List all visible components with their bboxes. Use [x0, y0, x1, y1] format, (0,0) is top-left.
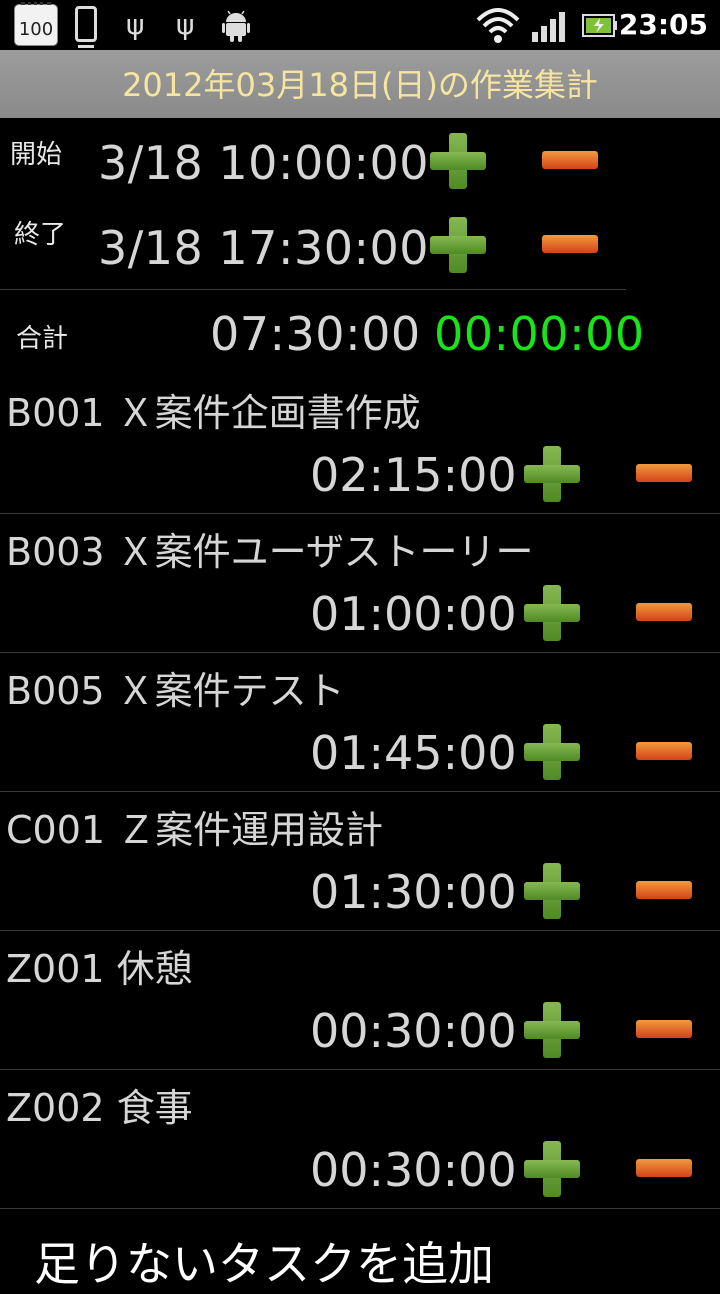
- start-time-value: 3/18 10:00:00: [98, 136, 430, 190]
- task-minus-button[interactable]: [636, 603, 692, 621]
- task-name: C001 Ｚ案件運用設計: [6, 808, 384, 852]
- task-name: B005 Ｘ案件テスト: [6, 669, 345, 713]
- task-time: 01:30:00: [310, 865, 517, 919]
- task-name: B003 Ｘ案件ユーザストーリー: [6, 530, 534, 574]
- task-name: B001 Ｘ案件企画書作成: [6, 391, 421, 435]
- total-label: 合計: [16, 324, 69, 354]
- status-bar: 100 ψ ψ 23:05: [0, 0, 720, 50]
- task-plus-button[interactable]: [524, 1002, 580, 1058]
- battery-icon: [582, 14, 617, 37]
- add-task-button[interactable]: 足りないタスクを追加: [34, 1228, 494, 1294]
- usb-icon: ψ: [176, 8, 195, 41]
- task-time: 00:30:00: [310, 1004, 517, 1058]
- end-minus-button[interactable]: [542, 235, 598, 253]
- android-icon: [222, 10, 250, 42]
- total-value: 07:30:00: [210, 307, 421, 361]
- page-title: 2012年03月18日(日)の作業集計: [0, 50, 720, 118]
- task-minus-button[interactable]: [636, 742, 692, 760]
- task-name: Z001 休憩: [6, 947, 193, 991]
- clock: 23:05: [618, 8, 708, 41]
- signal-icon: [532, 12, 565, 42]
- task-minus-button[interactable]: [636, 464, 692, 482]
- divider: [0, 289, 626, 290]
- divider: [0, 1208, 720, 1209]
- phone-icon: [75, 6, 97, 48]
- task-time: 00:30:00: [310, 1143, 517, 1197]
- task-minus-button[interactable]: [636, 881, 692, 899]
- task-time: 01:00:00: [310, 587, 517, 641]
- divider: [0, 930, 720, 931]
- divider: [0, 1069, 720, 1070]
- end-label: 終了: [14, 220, 67, 250]
- task-plus-button[interactable]: [524, 863, 580, 919]
- task-time: 01:45:00: [310, 726, 517, 780]
- task-plus-button[interactable]: [524, 724, 580, 780]
- calendar-icon: 100: [14, 2, 58, 46]
- end-time-value: 3/18 17:30:00: [98, 221, 430, 275]
- task-time: 02:15:00: [310, 448, 517, 502]
- task-minus-button[interactable]: [636, 1020, 692, 1038]
- end-plus-button[interactable]: [430, 217, 486, 273]
- task-minus-button[interactable]: [636, 1159, 692, 1177]
- divider: [0, 791, 720, 792]
- usb-icon: ψ: [126, 8, 145, 41]
- task-plus-button[interactable]: [524, 1141, 580, 1197]
- wifi-icon: [476, 8, 520, 43]
- remaining-value: 00:00:00: [434, 307, 645, 361]
- start-label: 開始: [10, 140, 63, 170]
- task-plus-button[interactable]: [524, 585, 580, 641]
- task-plus-button[interactable]: [524, 446, 580, 502]
- divider: [0, 652, 720, 653]
- start-minus-button[interactable]: [542, 151, 598, 169]
- calendar-badge: 100: [18, 19, 54, 40]
- task-name: Z002 食事: [6, 1086, 193, 1130]
- divider: [0, 513, 720, 514]
- start-plus-button[interactable]: [430, 133, 486, 189]
